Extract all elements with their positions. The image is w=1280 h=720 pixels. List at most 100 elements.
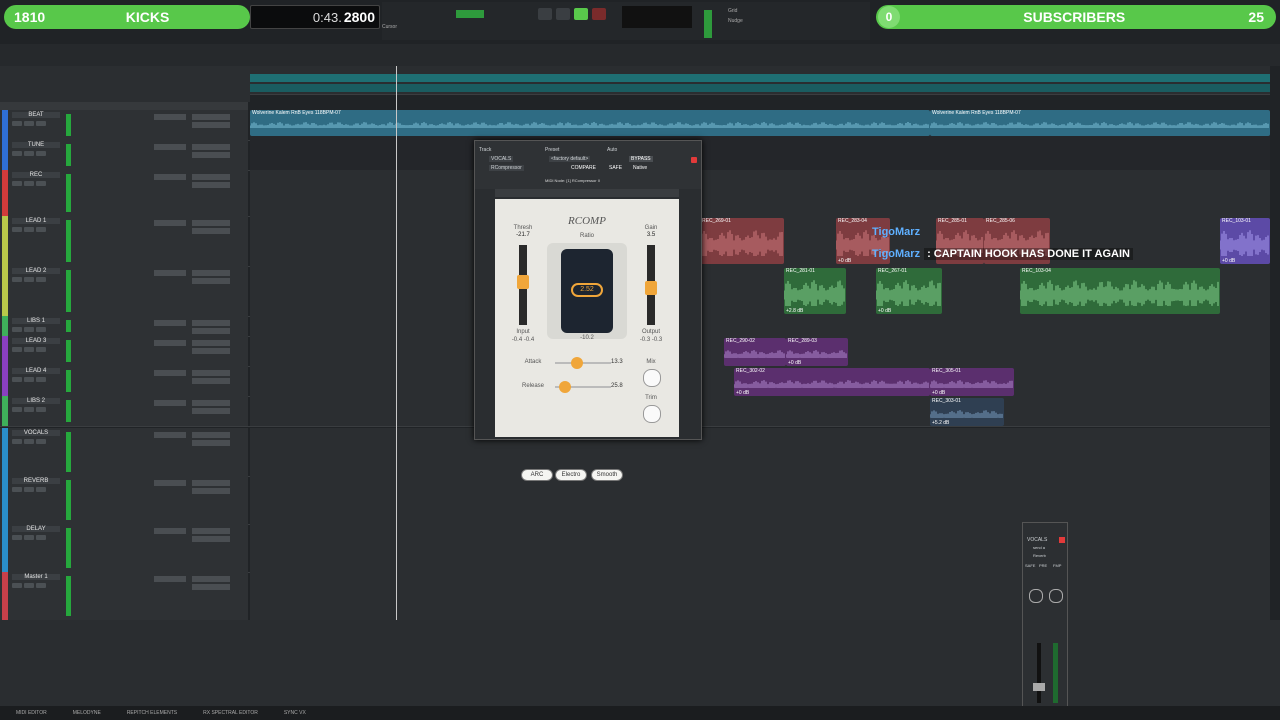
smooth-button[interactable]: Smooth [591, 469, 623, 481]
track-name[interactable]: LIBS 1 [12, 318, 60, 324]
record-arm-button[interactable] [36, 327, 46, 332]
status-tab-1[interactable]: MELODYNE [73, 710, 101, 716]
io-select[interactable] [192, 528, 230, 534]
record-arm-button[interactable] [36, 377, 46, 382]
send-level-knob[interactable] [1029, 589, 1043, 603]
io-select[interactable] [192, 114, 230, 120]
record-arm-button[interactable] [36, 277, 46, 282]
track-header[interactable]: TUNE [0, 140, 248, 170]
io-select[interactable] [192, 220, 230, 226]
playhead-cursor[interactable] [396, 66, 397, 620]
play-button[interactable] [574, 8, 588, 20]
insert-slot[interactable] [154, 370, 186, 376]
audio-clip[interactable]: REC_289-03 +0 dB [786, 338, 848, 366]
bypass-button[interactable]: BYPASS [629, 156, 653, 162]
insert-slot[interactable] [154, 576, 186, 582]
mute-button[interactable] [24, 487, 34, 492]
record-arm-button[interactable] [36, 121, 46, 126]
track-name[interactable]: LEAD 1 [12, 218, 60, 224]
stop-button[interactable] [556, 8, 570, 20]
volume-readout[interactable] [192, 584, 230, 590]
track-header[interactable]: LEAD 2 [0, 266, 248, 316]
solo-button[interactable] [12, 327, 22, 332]
track-name[interactable]: LEAD 4 [12, 368, 60, 374]
mute-button[interactable] [24, 327, 34, 332]
tempo-ruler[interactable] [250, 74, 1270, 82]
mute-button[interactable] [24, 583, 34, 588]
insert-slot[interactable] [154, 432, 186, 438]
mute-button[interactable] [24, 151, 34, 156]
status-tab-0[interactable]: MIDI EDITOR [16, 710, 47, 716]
send-pre[interactable]: PRE [1039, 563, 1047, 568]
solo-button[interactable] [12, 181, 22, 186]
attack-slider[interactable] [555, 357, 611, 369]
send-pan-knob[interactable] [1049, 589, 1063, 603]
solo-button[interactable] [12, 151, 22, 156]
record-arm-button[interactable] [36, 347, 46, 352]
io-select[interactable] [192, 480, 230, 486]
mute-button[interactable] [24, 535, 34, 540]
track-header[interactable]: REC [0, 170, 248, 216]
send-fmp[interactable]: FMP [1053, 563, 1061, 568]
io-select[interactable] [192, 320, 230, 326]
volume-readout[interactable] [192, 278, 230, 284]
compare-button[interactable]: COMPARE [571, 165, 596, 171]
track-header[interactable]: LEAD 3 [0, 336, 248, 366]
io-select[interactable] [192, 576, 230, 582]
track-header[interactable]: VOCALS [0, 428, 248, 476]
solo-button[interactable] [12, 227, 22, 232]
solo-button[interactable] [12, 439, 22, 444]
track-name[interactable]: REC [12, 172, 60, 178]
mute-button[interactable] [24, 377, 34, 382]
mix-knob[interactable] [643, 369, 661, 387]
insert-slot[interactable] [154, 114, 186, 120]
ratio-knob[interactable]: 2.52 [571, 283, 603, 297]
io-select[interactable] [192, 432, 230, 438]
insert-slot[interactable] [154, 340, 186, 346]
insert-slot[interactable] [154, 174, 186, 180]
volume-readout[interactable] [192, 182, 230, 188]
audio-clip[interactable]: REC_269-01 [700, 218, 784, 264]
solo-button[interactable] [12, 407, 22, 412]
volume-readout[interactable] [192, 122, 230, 128]
io-select[interactable] [192, 400, 230, 406]
mute-button[interactable] [24, 181, 34, 186]
solo-button[interactable] [12, 277, 22, 282]
mute-button[interactable] [24, 347, 34, 352]
solo-button[interactable] [12, 583, 22, 588]
send-close-icon[interactable] [1059, 537, 1065, 543]
solo-button[interactable] [12, 347, 22, 352]
plugin-track-select[interactable]: VOCALS [489, 156, 514, 162]
mute-button[interactable] [24, 439, 34, 444]
track-playlist[interactable] [250, 428, 1270, 476]
insert-slot[interactable] [154, 144, 186, 150]
track-name[interactable]: REVERB [12, 478, 60, 484]
send-fader[interactable] [1033, 643, 1045, 703]
audio-clip[interactable]: REC_281-01 +2.8 dB [784, 268, 846, 314]
send-fader-handle[interactable] [1033, 683, 1045, 691]
track-name[interactable]: LEAD 3 [12, 338, 60, 344]
track-name[interactable]: Master 1 [12, 574, 60, 580]
audio-clip[interactable]: REC_103-01 +0 dB [1220, 218, 1270, 264]
track-header[interactable]: DELAY [0, 524, 248, 572]
arc-button[interactable]: ARC [521, 469, 553, 481]
rewind-button[interactable] [538, 8, 552, 20]
track-header[interactable]: REVERB [0, 476, 248, 524]
send-bus[interactable]: Reverb [1033, 553, 1046, 558]
midi-node-select[interactable]: MIDI Node: [1] RCompressor II [545, 178, 600, 183]
track-playlist[interactable] [250, 316, 1270, 336]
status-tab-2[interactable]: REPITCH ELEMENTS [127, 710, 177, 716]
track-playlist[interactable] [250, 572, 1270, 620]
preset-select[interactable]: <factory default> [549, 156, 591, 162]
track-name[interactable]: VOCALS [12, 430, 60, 436]
mute-button[interactable] [24, 407, 34, 412]
volume-readout[interactable] [192, 152, 230, 158]
record-arm-button[interactable] [36, 583, 46, 588]
safe-button[interactable]: SAFE [609, 165, 622, 171]
audio-clip[interactable]: REC_290-02 [724, 338, 786, 366]
insert-slot[interactable] [154, 220, 186, 226]
track-playlist[interactable] [250, 170, 1270, 216]
solo-button[interactable] [12, 487, 22, 492]
release-slider[interactable] [555, 381, 611, 393]
io-select[interactable] [192, 174, 230, 180]
